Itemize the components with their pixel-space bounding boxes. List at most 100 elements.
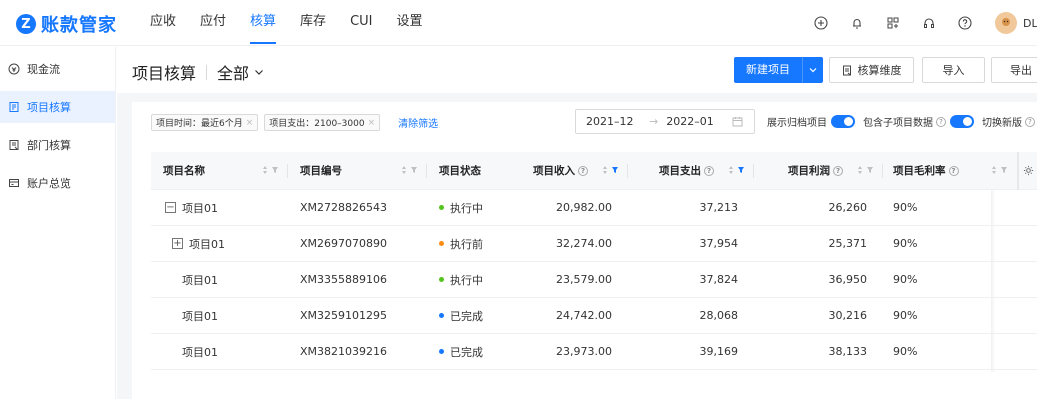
user-name[interactable]: DL [1023, 17, 1037, 30]
date-end[interactable]: 2022–01 [666, 115, 726, 128]
cell-income: 23,579.00 [556, 273, 612, 286]
archived-toggle[interactable] [831, 115, 855, 128]
col-expense[interactable]: 项目支出 ? [628, 152, 754, 190]
chevron-down-icon [809, 68, 817, 73]
cell-profit: 26,260 [828, 201, 868, 214]
col-margin-label: 项目毛利率 [893, 165, 946, 177]
department-icon [9, 140, 19, 150]
bell-icon[interactable] [849, 15, 865, 31]
cell-status: 执行前 [427, 226, 506, 262]
col-income-label: 项目收入 [533, 165, 575, 177]
top-bar: Z 账款管家 应收 应付 核算 库存 CUI 设置 DL [0, 0, 1037, 46]
status-label: 已完成 [450, 345, 483, 359]
close-icon[interactable]: × [368, 118, 376, 128]
sort-filter-icons[interactable] [857, 165, 875, 175]
import-button[interactable]: 导入 [922, 57, 985, 83]
close-icon[interactable]: × [246, 118, 254, 128]
nav-item-inventory[interactable]: 库存 [300, 0, 326, 46]
scope-label: 全部 [217, 64, 250, 83]
col-code[interactable]: 项目编号 [288, 152, 427, 190]
help-icon[interactable]: ? [1025, 116, 1035, 127]
table-row[interactable]: − 项目01 XM2728826543 执行中 20,982.00 37,213… [151, 190, 1037, 226]
sidebar: 现金流 项目核算 部门核算 账户总览 [0, 47, 116, 399]
collapse-icon[interactable]: − [165, 202, 176, 213]
column-settings[interactable] [1017, 151, 1037, 190]
logo-icon: Z [16, 14, 36, 34]
sidebar-item-account-overview[interactable]: 账户总览 [0, 167, 115, 199]
table-row[interactable]: 项目01 XM3355889106 执行中 23,579.00 37,824 3… [151, 262, 1037, 298]
cell-expense: 37,954 [699, 237, 739, 250]
cell-status: 执行中 [427, 190, 506, 226]
calendar-icon [732, 117, 743, 127]
nav-item-receivable[interactable]: 应收 [150, 0, 176, 46]
clear-filters-link[interactable]: 清除筛选 [398, 115, 438, 130]
sort-filter-icons[interactable] [602, 165, 620, 175]
status-label: 已完成 [450, 309, 483, 323]
children-toggle[interactable] [950, 115, 974, 128]
sort-filter-icons[interactable] [401, 165, 419, 175]
table-header: 项目名称 项目编号 项目状态 项目收入 ? 项目支出 ? 项目利润 ? 项目毛利… [151, 151, 1037, 190]
filter-chip-expense[interactable]: 项目支出：2100–3000 × [264, 114, 381, 131]
col-name[interactable]: 项目名称 [151, 152, 288, 190]
cell-name: − 项目01 [151, 190, 288, 226]
sidebar-item-project-accounting[interactable]: 项目核算 [0, 91, 115, 123]
status-dot [439, 277, 444, 282]
help-icon[interactable] [957, 15, 973, 31]
status-label: 执行中 [450, 273, 483, 287]
app-logo[interactable]: Z 账款管家 [16, 11, 117, 37]
sort-filter-icons[interactable] [991, 165, 1009, 175]
new-project-dropdown[interactable] [803, 65, 823, 75]
table-row[interactable]: 项目01 XM3821039216 已完成 23,973.00 39,169 3… [151, 334, 1037, 370]
cell-profit: 25,371 [828, 237, 868, 250]
add-circle-icon[interactable] [813, 15, 829, 31]
status-dot [439, 241, 444, 246]
sidebar-item-cashflow[interactable]: 现金流 [0, 53, 115, 85]
cell-code: XM3259101295 [300, 309, 388, 322]
sidebar-item-department-accounting[interactable]: 部门核算 [0, 129, 115, 161]
sort-filter-icons[interactable] [728, 165, 746, 175]
sort-filter-icons[interactable] [262, 165, 280, 175]
avatar[interactable] [995, 12, 1017, 34]
nav-item-accounting[interactable]: 核算 [250, 0, 277, 46]
gear-icon [1023, 165, 1033, 176]
col-margin[interactable]: 项目毛利率 ? [883, 152, 1017, 190]
page-title-group: 项目核算 全部 [132, 60, 265, 84]
cell-margin: 90% [893, 237, 918, 250]
col-expense-label: 项目支出 [659, 165, 701, 177]
cell-code: XM3355889106 [300, 273, 388, 286]
help-icon[interactable]: ? [833, 165, 843, 176]
cell-profit: 38,133 [828, 345, 868, 358]
col-code-label: 项目编号 [300, 165, 342, 177]
page-header: 项目核算 全部 新建项目 核算维度 导入 导出 [117, 47, 1037, 93]
nav-item-cui[interactable]: CUI [350, 0, 372, 46]
table-row[interactable]: + 项目01 XM2697070890 执行前 32,274.00 37,954… [151, 226, 1037, 262]
export-button[interactable]: 导出 [991, 57, 1037, 83]
date-start[interactable]: 2021–12 [586, 115, 641, 128]
help-icon[interactable]: ? [948, 165, 959, 176]
content-panel: 项目时间：最近6个月 × 项目支出：2100–3000 × 清除筛选 2021–12… [132, 102, 1037, 399]
nav-item-payable[interactable]: 应付 [200, 0, 226, 46]
accounting-dimension-button[interactable]: 核算维度 [829, 57, 914, 83]
scope-selector[interactable]: 全部 [217, 60, 265, 84]
new-project-button-group: 新建项目 [734, 57, 823, 83]
new-project-button[interactable]: 新建项目 [734, 57, 802, 83]
help-icon[interactable]: ? [578, 165, 588, 176]
project-name: 项目01 [189, 237, 225, 251]
nav-item-settings[interactable]: 设置 [397, 0, 423, 46]
cell-margin: 90% [893, 309, 918, 322]
headset-icon[interactable] [921, 15, 937, 31]
col-profit[interactable]: 项目利润 ? [754, 152, 883, 190]
project-name: 项目01 [182, 201, 218, 215]
apps-icon[interactable] [885, 15, 901, 31]
new-version-switch[interactable]: 切换新版 [982, 114, 1022, 129]
sidebar-item-label: 项目核算 [27, 101, 71, 114]
date-range-picker[interactable]: 2021–12 → 2022–01 [575, 109, 755, 134]
help-icon[interactable]: ? [704, 165, 714, 176]
filter-chip-time[interactable]: 项目时间：最近6个月 × [151, 114, 259, 131]
col-income[interactable]: 项目收入 ? [506, 152, 628, 190]
help-icon[interactable]: ? [936, 116, 946, 127]
cell-code: XM3821039216 [300, 345, 388, 358]
page-title: 项目核算 [132, 64, 197, 83]
expand-icon[interactable]: + [172, 238, 183, 249]
table-row[interactable]: 项目01 XM3259101295 已完成 24,742.00 28,068 3… [151, 298, 1037, 334]
